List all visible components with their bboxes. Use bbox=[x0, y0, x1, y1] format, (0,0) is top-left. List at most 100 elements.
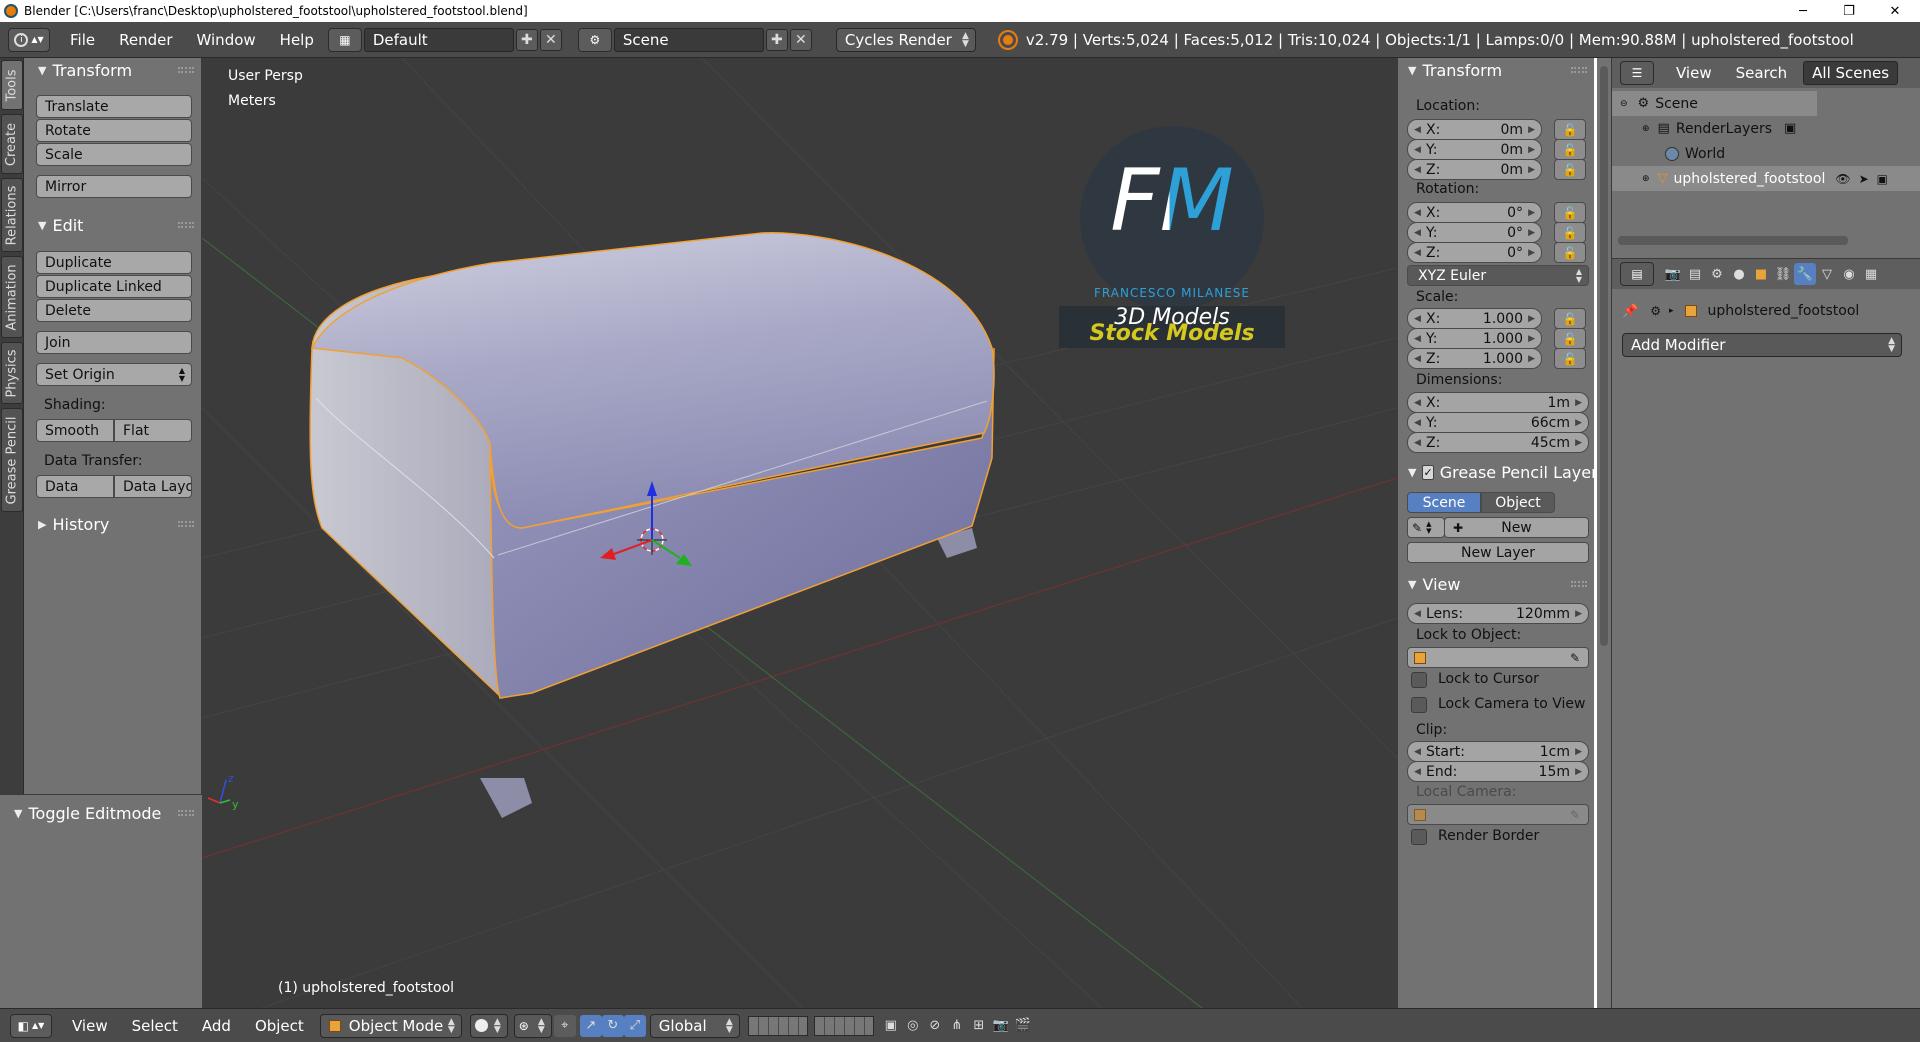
minimize-button[interactable]: ─ bbox=[1780, 0, 1826, 22]
tab-create[interactable]: Create bbox=[1, 114, 23, 174]
material-tab-icon[interactable]: ◉ bbox=[1838, 263, 1860, 285]
render-layers-tab-icon[interactable]: ▤ bbox=[1684, 263, 1706, 285]
texture-tab-icon[interactable]: ▦ bbox=[1860, 263, 1882, 285]
scale-y-field[interactable]: ◀ Y: 1.000 ▶ bbox=[1407, 328, 1542, 349]
outliner-item-footstool[interactable]: ⊕ ▽ upholstered_footstool 👁 ➤ ▣ bbox=[1612, 166, 1920, 191]
render-layer-toggle-icon[interactable]: ▣ bbox=[1784, 121, 1796, 136]
gp-new-layer-button[interactable]: New Layer bbox=[1407, 542, 1589, 563]
duplicate-button[interactable]: Duplicate bbox=[36, 251, 192, 274]
gp-new-button[interactable]: ✚ New bbox=[1444, 517, 1589, 538]
close-button[interactable]: ✕ bbox=[1872, 0, 1918, 22]
checkbox-checked-icon[interactable]: ✓ bbox=[1422, 464, 1434, 480]
location-z-field[interactable]: ◀ Z: 0m ▶ bbox=[1407, 159, 1542, 180]
gp-scene-tab[interactable]: Scene bbox=[1407, 492, 1481, 513]
outliner-scrollbar[interactable] bbox=[1618, 236, 1848, 245]
lock-icon[interactable]: 🔓 bbox=[1554, 222, 1586, 243]
snap-target-icon[interactable]: ⊞ bbox=[968, 1015, 990, 1037]
pin-icon[interactable]: 📌 bbox=[1622, 304, 1638, 319]
tab-tools[interactable]: Tools bbox=[1, 60, 23, 110]
rotate-button[interactable]: Rotate bbox=[36, 119, 192, 142]
clip-end-field[interactable]: ◀ End: 15m ▶ bbox=[1407, 761, 1589, 782]
outliner-item-renderlayers[interactable]: ⊕ ▤ RenderLayers ▣ bbox=[1612, 116, 1920, 141]
snap-element-icon[interactable]: ⋔ bbox=[946, 1015, 968, 1037]
scale-manipulator-icon[interactable]: ⤢ bbox=[623, 1014, 646, 1037]
outliner-menu-view[interactable]: View bbox=[1664, 64, 1724, 82]
dimensions-y-field[interactable]: ◀ Y: 66cm ▶ bbox=[1407, 412, 1589, 433]
data-tab-icon[interactable]: ▽ bbox=[1816, 263, 1838, 285]
maximize-button[interactable]: ❐ bbox=[1826, 0, 1872, 22]
3d-viewport[interactable]: z y User Persp Meters (1) upholstered_fo… bbox=[202, 58, 1397, 1008]
outliner-item-scene[interactable]: ⊖ ⚙ Scene bbox=[1612, 91, 1817, 116]
gp-object-tab[interactable]: Object bbox=[1481, 492, 1555, 513]
delete-button[interactable]: Delete bbox=[36, 299, 192, 322]
rotation-mode-dropdown[interactable]: XYZ Euler ▲ ▼ bbox=[1407, 265, 1589, 286]
tab-grease-pencil[interactable]: Grease Pencil bbox=[1, 408, 23, 512]
lock-icon[interactable]: 🔓 bbox=[1554, 348, 1586, 369]
render-border-checkbox[interactable] bbox=[1411, 829, 1427, 845]
menu-help[interactable]: Help bbox=[268, 31, 326, 49]
add-layout-button[interactable]: ✚ bbox=[515, 28, 538, 51]
viewport-menu-object[interactable]: Object bbox=[243, 1017, 316, 1035]
lock-to-cursor-checkbox[interactable] bbox=[1411, 672, 1427, 688]
transform-orientation-dropdown[interactable]: Global ▲ ▼ bbox=[649, 1013, 740, 1038]
lock-icon[interactable]: 🔓 bbox=[1554, 242, 1586, 263]
mirror-button[interactable]: Mirror bbox=[36, 175, 192, 198]
modifiers-tab-icon[interactable]: 🔧 bbox=[1794, 263, 1816, 285]
lens-field[interactable]: ◀ Lens: 120mm ▶ bbox=[1407, 603, 1589, 624]
clip-start-field[interactable]: ◀ Start: 1cm ▶ bbox=[1407, 741, 1589, 762]
dimensions-x-field[interactable]: ◀ X: 1m ▶ bbox=[1407, 392, 1589, 413]
remove-scene-button[interactable]: ✕ bbox=[789, 28, 812, 51]
transform-panel-header[interactable]: ▼ Transform bbox=[24, 58, 202, 82]
layout-name-field[interactable]: Default bbox=[363, 27, 514, 52]
scale-z-field[interactable]: ◀ Z: 1.000 ▶ bbox=[1407, 348, 1542, 369]
drag-grip-icon[interactable] bbox=[178, 810, 194, 816]
snap-toggle-icon[interactable]: ⊘ bbox=[924, 1015, 946, 1037]
viewport-menu-select[interactable]: Select bbox=[120, 1017, 190, 1035]
add-scene-button[interactable]: ✚ bbox=[765, 28, 788, 51]
lock-icon[interactable]: 🔓 bbox=[1554, 119, 1586, 140]
render-tab-icon[interactable]: 📷 bbox=[1662, 263, 1684, 285]
drag-grip-icon[interactable] bbox=[1571, 67, 1587, 73]
lock-to-object-field[interactable]: ✎ bbox=[1407, 647, 1589, 668]
scene-name-field[interactable]: Scene bbox=[613, 27, 764, 52]
history-panel-header[interactable]: ▶ History bbox=[24, 512, 202, 536]
duplicate-linked-button[interactable]: Duplicate Linked bbox=[36, 275, 192, 298]
scrollbar-thumb[interactable] bbox=[1600, 66, 1608, 646]
opengl-render-animation-icon[interactable]: 🎬 bbox=[1012, 1015, 1034, 1037]
manipulator-toggle-icon[interactable]: ⌖ bbox=[553, 1014, 576, 1037]
lock-camera-to-view-checkbox[interactable] bbox=[1411, 697, 1427, 713]
lock-icon[interactable]: 🔓 bbox=[1554, 139, 1586, 160]
add-modifier-dropdown[interactable]: Add Modifier ▲ ▼ bbox=[1622, 333, 1902, 357]
translate-button[interactable]: Translate bbox=[36, 95, 192, 118]
flat-button[interactable]: Flat bbox=[114, 419, 192, 442]
tab-animation[interactable]: Animation bbox=[1, 256, 23, 338]
remove-layout-button[interactable]: ✕ bbox=[539, 28, 562, 51]
scene-tab-icon[interactable]: ⚙ bbox=[1706, 263, 1728, 285]
menu-window[interactable]: Window bbox=[185, 31, 268, 49]
lock-icon[interactable]: 🔓 bbox=[1554, 159, 1586, 180]
drag-grip-icon[interactable] bbox=[178, 521, 194, 527]
lock-icon[interactable]: 🔓 bbox=[1554, 202, 1586, 223]
lock-icon[interactable]: 🔓 bbox=[1554, 308, 1586, 329]
rotation-y-field[interactable]: ◀ Y: 0° ▶ bbox=[1407, 222, 1542, 243]
join-button[interactable]: Join bbox=[36, 331, 192, 354]
rotation-z-field[interactable]: ◀ Z: 0° ▶ bbox=[1407, 242, 1542, 263]
object-tab-icon[interactable]: ■ bbox=[1750, 263, 1772, 285]
world-tab-icon[interactable]: ● bbox=[1728, 263, 1750, 285]
constraints-tab-icon[interactable]: ⛓ bbox=[1772, 263, 1794, 285]
transform-properties-header[interactable]: ▼ Transform bbox=[1398, 58, 1594, 82]
grease-pencil-layer-header[interactable]: ▼ ✓ Grease Pencil Layer bbox=[1398, 460, 1594, 484]
editor-type-button[interactable]: i ▲▼ bbox=[8, 27, 50, 52]
local-camera-field[interactable]: ✎ bbox=[1407, 804, 1589, 825]
outliner-menu-search[interactable]: Search bbox=[1724, 64, 1800, 82]
drag-grip-icon[interactable] bbox=[178, 67, 194, 73]
layer-lock-icon[interactable]: ▣ bbox=[880, 1015, 902, 1037]
translate-manipulator-icon[interactable]: ↗ bbox=[579, 1014, 602, 1037]
menu-render[interactable]: Render bbox=[107, 31, 184, 49]
proportional-edit-icon[interactable]: ◎ bbox=[902, 1015, 924, 1037]
tab-physics[interactable]: Physics bbox=[1, 342, 23, 404]
data-button[interactable]: Data bbox=[36, 475, 114, 498]
viewport-shading-dropdown[interactable]: ▲ ▼ bbox=[469, 1013, 508, 1038]
layout-icon-button[interactable]: ▦ bbox=[327, 27, 362, 52]
properties-scrollbar[interactable] bbox=[1597, 58, 1611, 1008]
